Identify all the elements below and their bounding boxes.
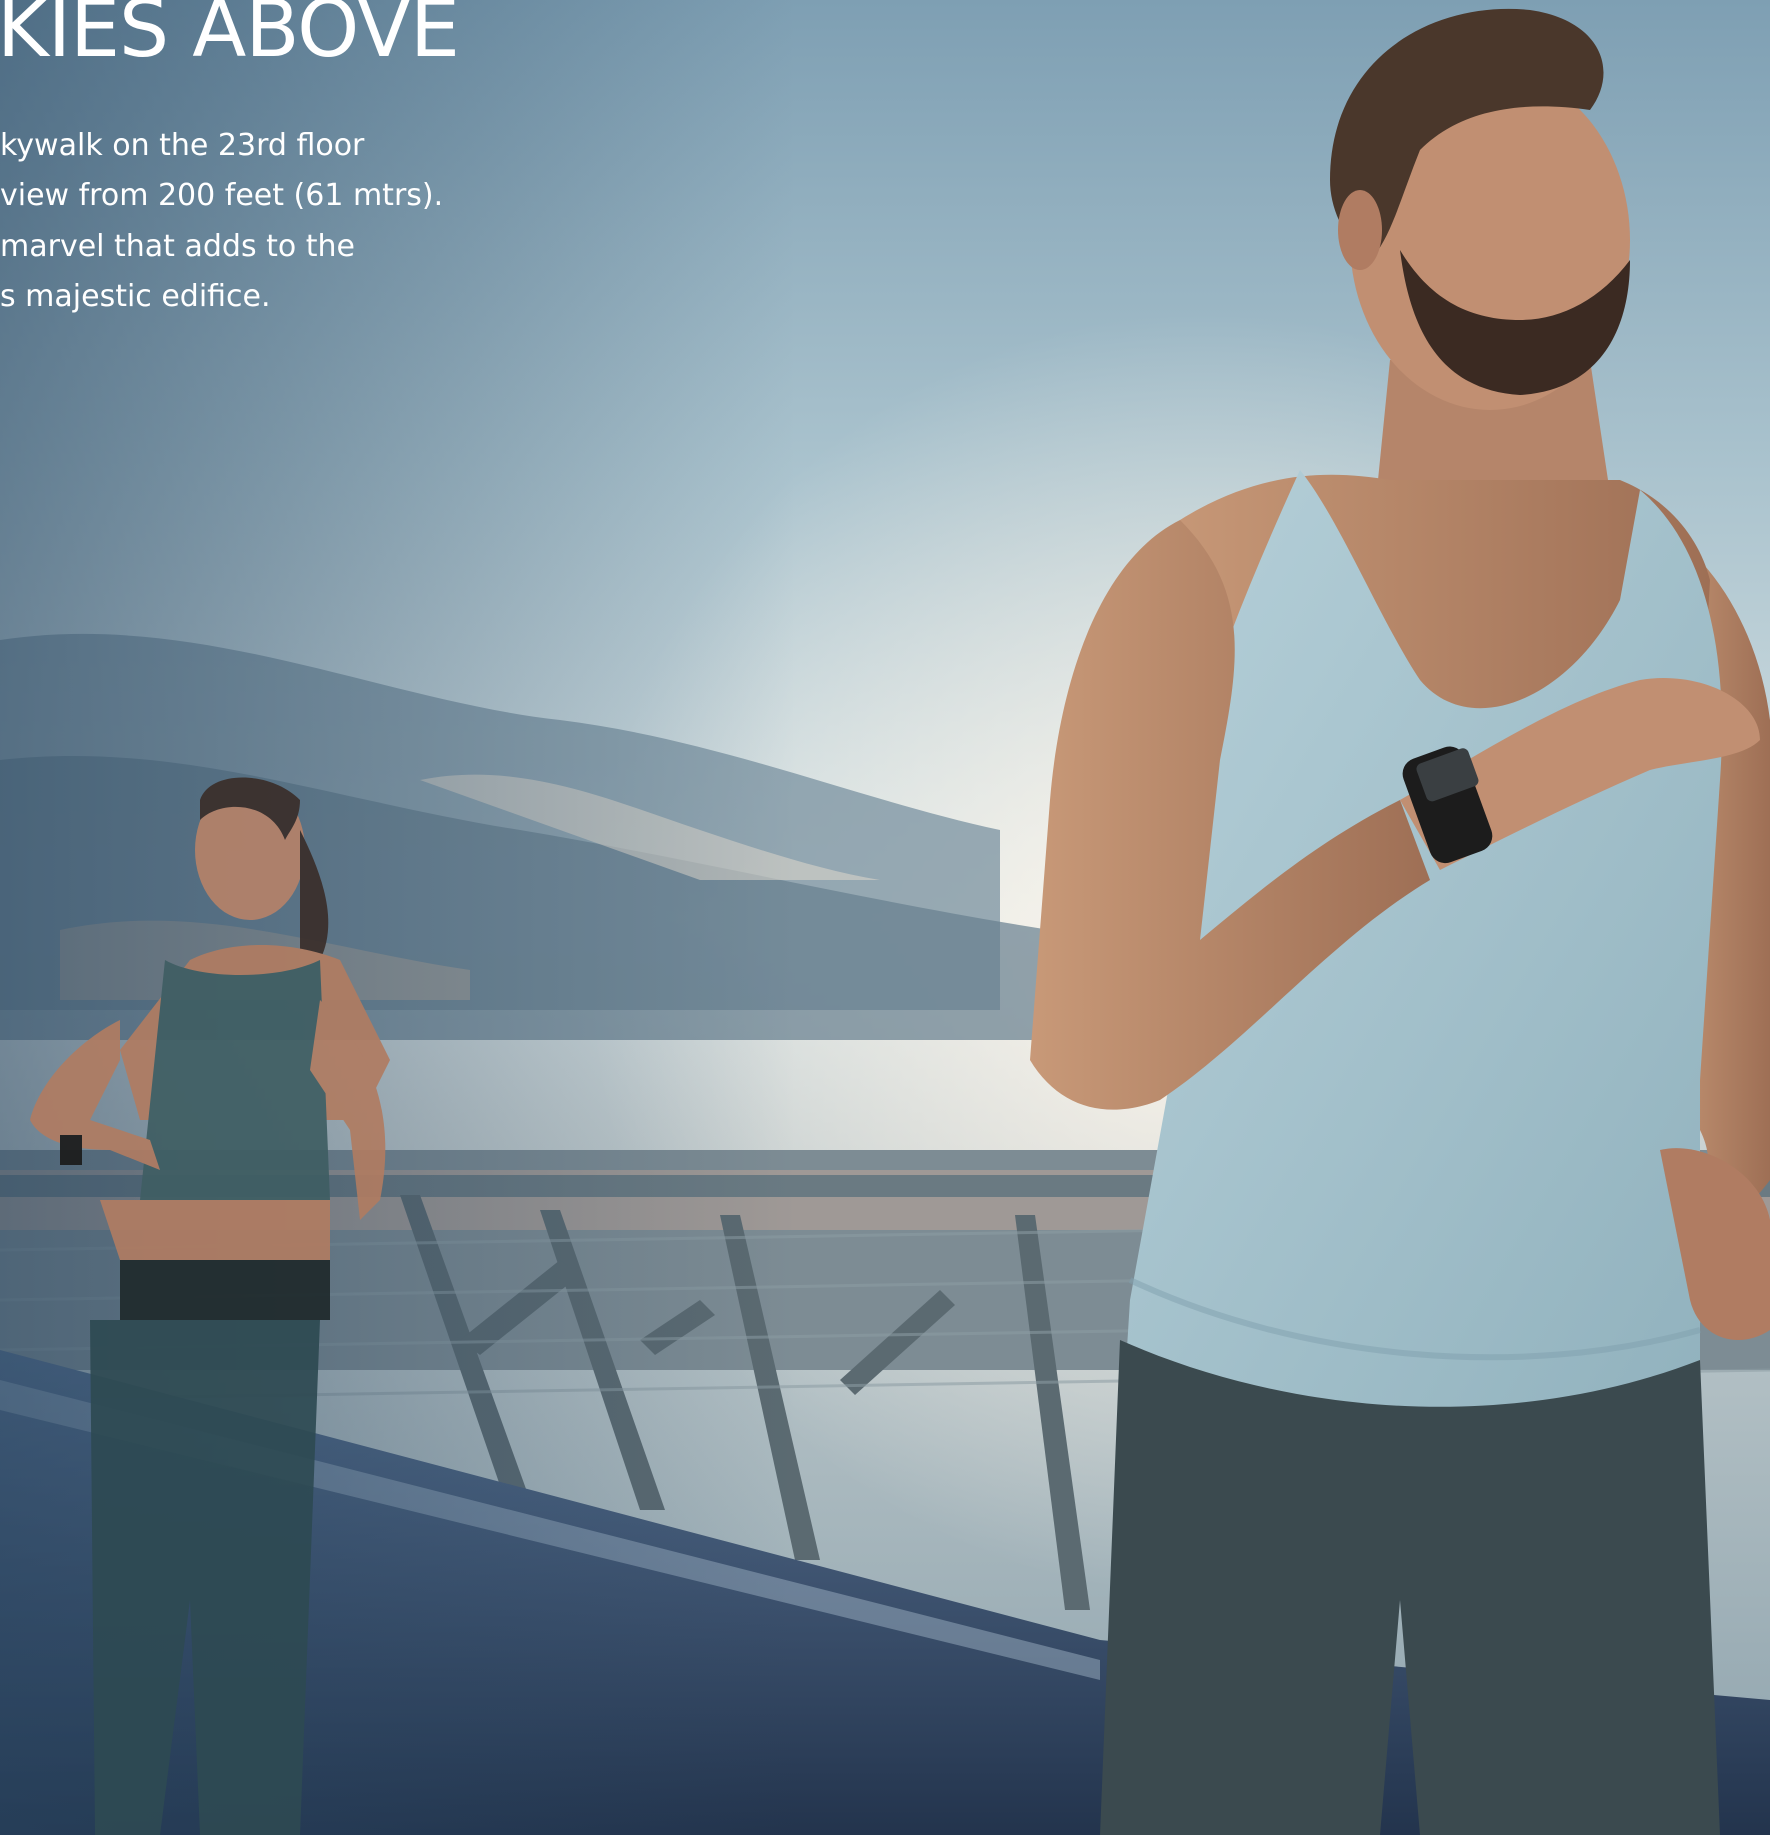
runners-photo (0, 0, 1770, 1835)
description-line: view from 200 feet (61 mtrs). (0, 178, 444, 213)
headline: KIES ABOVE (0, 0, 460, 75)
description-line: kywalk on the 23rd floor (0, 128, 365, 163)
description-line: marvel that adds to the (0, 229, 356, 264)
description-line: s majestic edifice. (0, 279, 271, 314)
